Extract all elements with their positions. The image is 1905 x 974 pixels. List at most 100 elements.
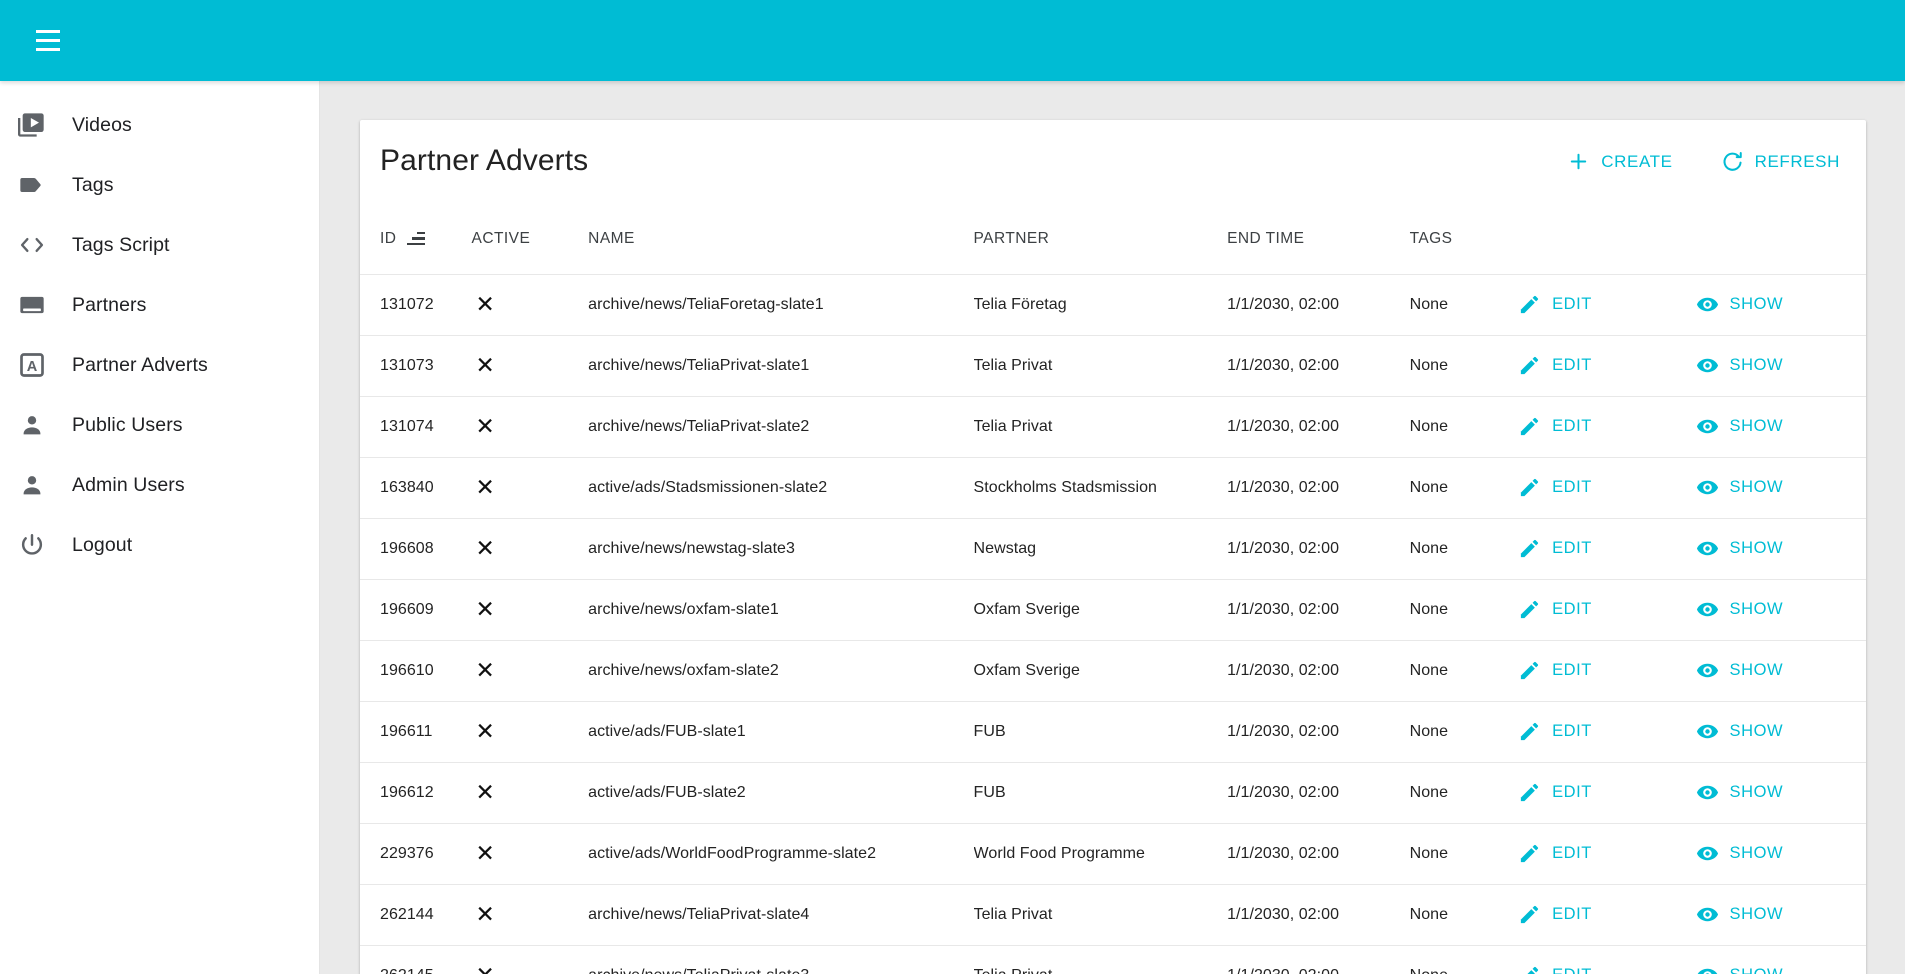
cell-tags: None xyxy=(1409,723,1449,740)
cell-name: archive/news/TeliaForetag-slate1 xyxy=(588,296,824,313)
cell-edit-action: EDIT xyxy=(1516,763,1693,824)
edit-button[interactable]: EDIT xyxy=(1516,777,1594,808)
eye-icon xyxy=(1696,964,1719,974)
show-button[interactable]: SHOW xyxy=(1694,533,1786,564)
edit-button[interactable]: EDIT xyxy=(1516,411,1594,442)
show-button-label: SHOW xyxy=(1729,722,1784,740)
table-row[interactable]: 196608 ✕ archive/news/newstag-slate3 Newsta… xyxy=(360,518,1866,580)
sidebar-item-admin-users[interactable]: Admin Users xyxy=(0,455,319,515)
cell-tags: None xyxy=(1409,479,1449,496)
partner-adverts-card: Partner Adverts CREATE REFRESH ID ACTIVE… xyxy=(360,120,1866,974)
show-button-label: SHOW xyxy=(1729,783,1784,801)
video-library-icon xyxy=(18,110,62,140)
sidebar-item-label: Admin Users xyxy=(72,473,185,496)
show-button[interactable]: SHOW xyxy=(1694,472,1786,503)
column-header-tags[interactable]: TAGS xyxy=(1410,230,1516,275)
edit-button[interactable]: EDIT xyxy=(1516,289,1594,320)
create-button[interactable]: CREATE xyxy=(1563,144,1676,179)
column-header-id[interactable]: ID xyxy=(360,230,472,275)
table-row[interactable]: 131073 ✕ archive/news/TeliaPrivat-slate1 Te… xyxy=(360,335,1866,397)
show-button[interactable]: SHOW xyxy=(1694,960,1786,974)
table-header-row: ID ACTIVE NAME PARTNER END TIME TAGS xyxy=(360,230,1866,275)
cell-name: active/ads/Stadsmissionen-slate2 xyxy=(588,479,828,496)
pencil-icon xyxy=(1518,476,1541,499)
inactive-x-icon: ✕ xyxy=(472,964,495,974)
table-row[interactable]: 196611 ✕ active/ads/FUB-slate1 FUB 1/1/2030,… xyxy=(360,701,1866,763)
edit-button-label: EDIT xyxy=(1552,478,1592,496)
column-header-id-label: ID xyxy=(380,230,397,247)
show-button[interactable]: SHOW xyxy=(1694,655,1786,686)
refresh-button[interactable]: REFRESH xyxy=(1717,144,1844,179)
show-button-label: SHOW xyxy=(1729,600,1784,618)
cell-active: ✕ xyxy=(472,885,589,946)
table-row[interactable]: 196609 ✕ archive/news/oxfam-slate1 Oxfam Sv… xyxy=(360,579,1866,641)
cell-name: archive/news/TeliaPrivat-slate1 xyxy=(588,357,810,374)
table-row[interactable]: 262145✕ archive/news/TeliaPrivat-slate3Te… xyxy=(360,945,1866,974)
cell-id: 196610 xyxy=(380,662,434,679)
edit-button[interactable]: EDIT xyxy=(1516,350,1594,381)
sidebar-item-videos[interactable]: Videos xyxy=(0,95,319,155)
inactive-x-icon: ✕ xyxy=(475,840,495,866)
cell-partner: World Food Programme xyxy=(973,845,1145,862)
table-body: 131072 ✕ archive/news/TeliaForetag-slate1 T… xyxy=(360,274,1866,974)
sidebar-item-tags[interactable]: Tags xyxy=(0,155,319,215)
show-button-label: SHOW xyxy=(1729,661,1784,679)
eye-icon xyxy=(1696,842,1719,865)
sidebar-item-partners[interactable]: Partners xyxy=(0,275,319,335)
ad-units-icon: A xyxy=(18,350,62,380)
edit-button[interactable]: EDIT xyxy=(1516,472,1594,503)
show-button[interactable]: SHOW xyxy=(1694,594,1786,625)
cell-partner: FUB xyxy=(973,723,1006,740)
cell-active: ✕ xyxy=(472,641,589,702)
cell-partner: Telia Privat xyxy=(973,418,1053,435)
sidebar-item-tags-script[interactable]: Tags Script xyxy=(0,215,319,275)
show-button[interactable]: SHOW xyxy=(1694,716,1786,747)
table-row[interactable]: 196612 ✕ active/ads/FUB-slate2 FUB 1/1/2030,… xyxy=(360,762,1866,824)
edit-button[interactable]: EDIT xyxy=(1516,960,1594,974)
edit-button[interactable]: EDIT xyxy=(1516,533,1594,564)
column-header-active[interactable]: ACTIVE xyxy=(472,230,589,275)
show-button[interactable]: SHOW xyxy=(1694,350,1786,381)
cell-name: archive/news/TeliaPrivat-slate3 xyxy=(588,946,973,974)
show-button[interactable]: SHOW xyxy=(1694,838,1786,869)
edit-button-label: EDIT xyxy=(1552,966,1592,974)
table-row[interactable]: 196610 ✕ archive/news/oxfam-slate2 Oxfam Sv… xyxy=(360,640,1866,702)
cell-active: ✕ xyxy=(472,397,589,458)
show-button[interactable]: SHOW xyxy=(1694,899,1786,930)
table-row[interactable]: 229376 ✕ active/ads/WorldFoodProgramme-sla… xyxy=(360,823,1866,885)
page-title: Partner Adverts xyxy=(380,144,589,177)
cell-end-time: 1/1/2030, 02:00 xyxy=(1227,357,1340,374)
table-row[interactable]: 131074 ✕ archive/news/TeliaPrivat-slate2 Te… xyxy=(360,396,1866,458)
show-button-label: SHOW xyxy=(1729,905,1784,923)
cell-show-action: SHOW xyxy=(1694,824,1866,885)
cell-end-time: 1/1/2030, 02:00 xyxy=(1227,845,1340,862)
edit-button-label: EDIT xyxy=(1552,600,1592,618)
cell-id: 196608 xyxy=(380,540,434,557)
hamburger-menu-icon[interactable] xyxy=(24,17,72,65)
show-button[interactable]: SHOW xyxy=(1694,289,1786,320)
column-header-partner[interactable]: PARTNER xyxy=(974,230,1228,275)
sidebar-item-partner-adverts[interactable]: A Partner Adverts xyxy=(0,335,319,395)
edit-button[interactable]: EDIT xyxy=(1516,655,1594,686)
show-button[interactable]: SHOW xyxy=(1694,777,1786,808)
table-row[interactable]: 262144 ✕ archive/news/TeliaPrivat-slate4 Te… xyxy=(360,884,1866,946)
pencil-icon xyxy=(1518,354,1541,377)
cell-end-time: 1/1/2030, 02:00 xyxy=(1227,662,1340,679)
cell-id: 163840 xyxy=(380,479,434,496)
edit-button[interactable]: EDIT xyxy=(1516,594,1594,625)
sort-icon[interactable] xyxy=(407,231,426,246)
eye-icon xyxy=(1696,476,1719,499)
cell-name: archive/news/TeliaPrivat-slate2 xyxy=(588,418,810,435)
column-header-end-time[interactable]: END TIME xyxy=(1227,230,1410,275)
column-header-name[interactable]: NAME xyxy=(588,230,973,275)
table-row[interactable]: 163840 ✕ active/ads/Stadsmissionen-slate2 S… xyxy=(360,457,1866,519)
edit-button[interactable]: EDIT xyxy=(1516,899,1594,930)
edit-button[interactable]: EDIT xyxy=(1516,838,1594,869)
sidebar-item-public-users[interactable]: Public Users xyxy=(0,395,319,455)
pencil-icon xyxy=(1518,903,1541,926)
sidebar-item-logout[interactable]: Logout xyxy=(0,515,319,575)
edit-button[interactable]: EDIT xyxy=(1516,716,1594,747)
table-row[interactable]: 131072 ✕ archive/news/TeliaForetag-slate1 T… xyxy=(360,274,1866,336)
person-icon xyxy=(18,410,62,440)
show-button[interactable]: SHOW xyxy=(1694,411,1786,442)
